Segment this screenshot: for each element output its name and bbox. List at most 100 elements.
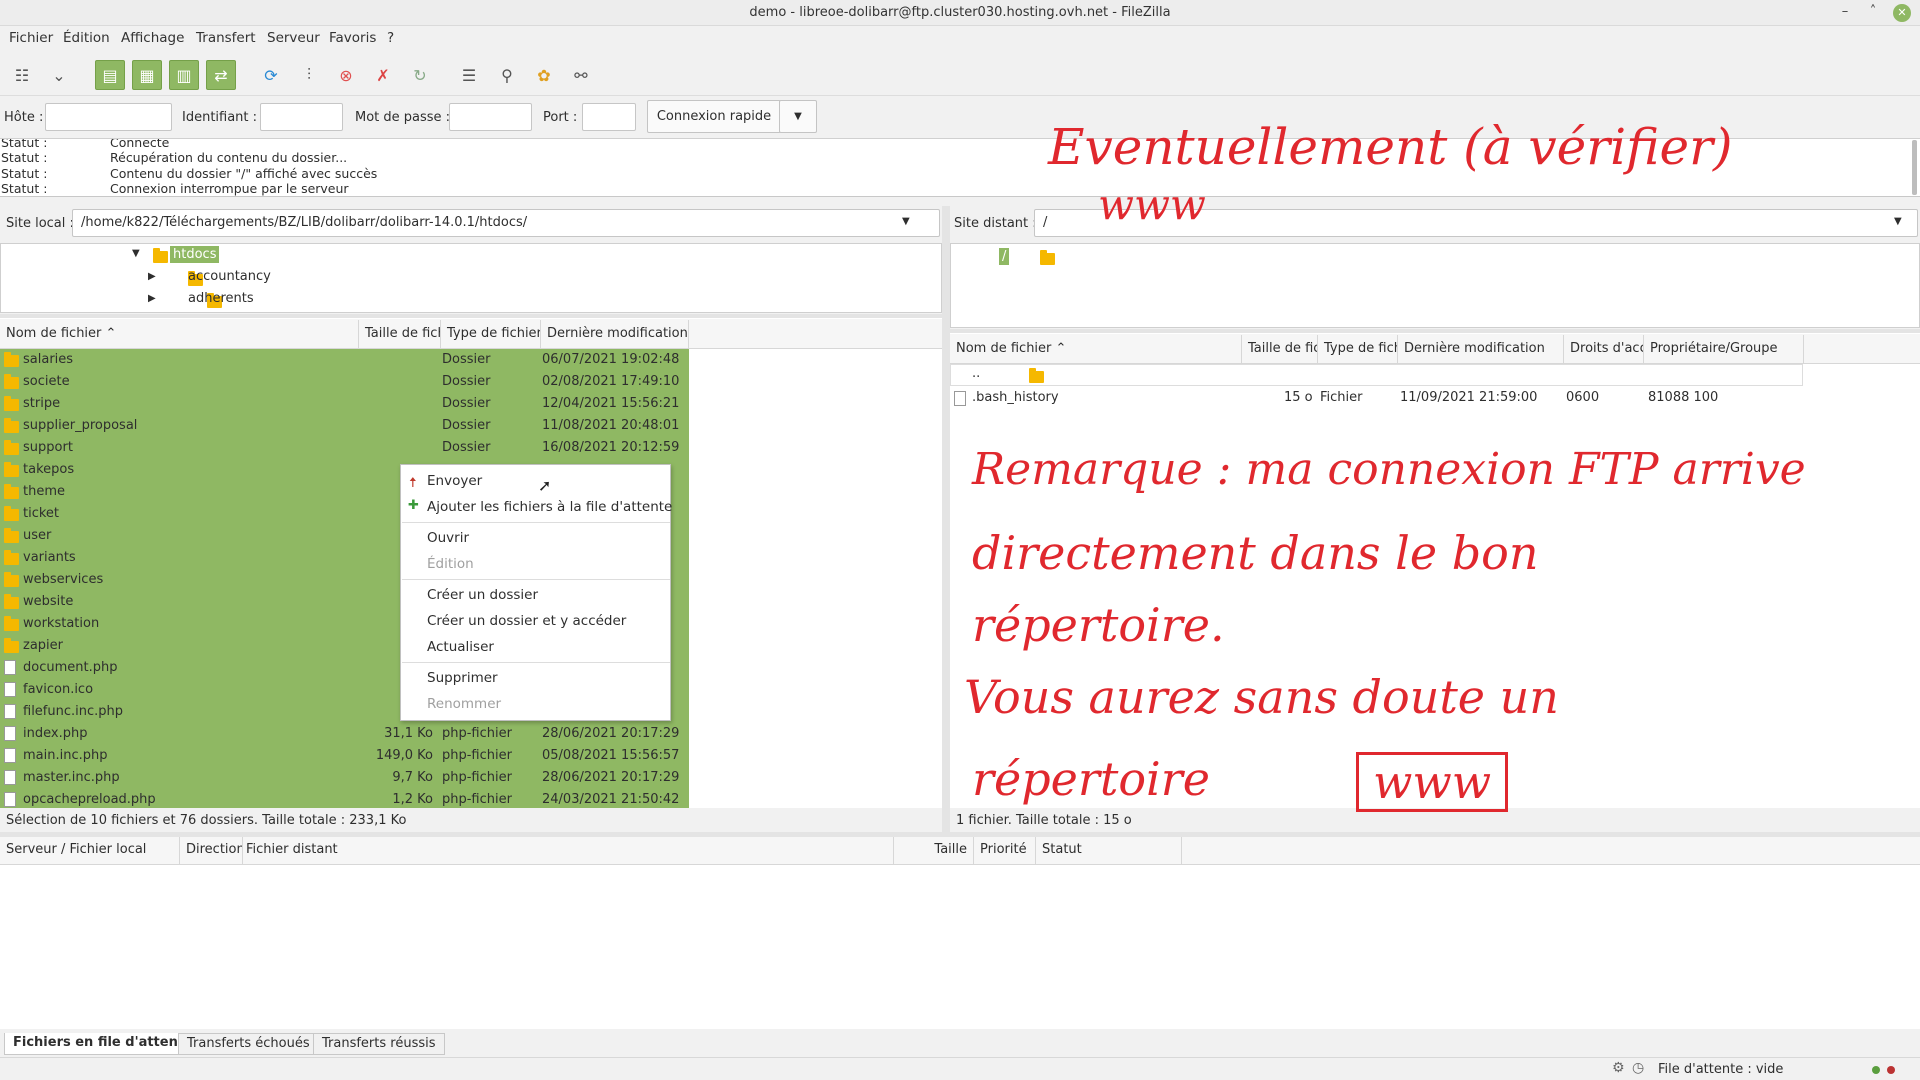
menu-favoris[interactable]: Favoris — [329, 30, 376, 46]
table-row[interactable]: support Dossier 16/08/2021 20:12:59 — [0, 437, 689, 459]
tab-failed[interactable]: Transferts échoués — [178, 1033, 319, 1055]
annotation-top-www: www — [1098, 180, 1206, 229]
menu-item-delete[interactable]: Supprimer — [427, 670, 498, 686]
tree-item-accountancy[interactable]: accountancy — [188, 269, 271, 284]
compare-dirs-icon[interactable]: ⚲ — [492, 60, 522, 90]
table-row[interactable]: societe Dossier 02/08/2021 17:49:10 — [0, 371, 689, 393]
menu-item-open[interactable]: Ouvrir — [427, 530, 469, 546]
col-modified[interactable]: Dernière modification — [541, 320, 689, 348]
port-input[interactable] — [582, 103, 636, 131]
directory-listing-filter-icon[interactable]: ☰ — [454, 60, 484, 90]
table-row[interactable] — [950, 364, 1803, 386]
table-row[interactable]: opcachepreload.php 1,2 Ko php-fichier 24/03… — [0, 789, 689, 811]
menu-item-create-folder[interactable]: Créer un dossier — [427, 587, 538, 603]
col-server-local[interactable]: Serveur / Fichier local — [0, 837, 180, 865]
col-filetype[interactable]: Type de fichier — [441, 320, 541, 348]
menu-transfert[interactable]: Transfert — [196, 30, 256, 46]
local-row-date: 02/08/2021 17:49:10 — [542, 374, 680, 389]
minimize-button[interactable]: – — [1836, 3, 1854, 21]
tab-successful[interactable]: Transferts réussis — [313, 1033, 445, 1055]
col-priority[interactable]: Priorité — [974, 837, 1036, 865]
local-row-name: zapier — [23, 638, 63, 653]
col-filetype[interactable]: Type de fich — [1318, 335, 1398, 363]
col-filesize[interactable]: Taille de fichi — [359, 320, 441, 348]
settings-icon[interactable]: ⚙ — [1612, 1060, 1625, 1076]
maximize-button[interactable]: ˄ — [1864, 3, 1882, 21]
table-row[interactable]: main.inc.php 149,0 Ko php-fichier 05/08/202… — [0, 745, 689, 767]
menu-fichier[interactable]: Fichier — [9, 30, 53, 46]
col-filename[interactable]: Nom de fichier ⌃ — [950, 335, 1242, 363]
menu-item-create-folder-enter[interactable]: Créer un dossier et y accéder — [427, 613, 626, 629]
menu-affichage[interactable]: Affichage — [121, 30, 184, 46]
transfer-led-icon — [1887, 1066, 1895, 1074]
expander-closed-icon[interactable]: ▶ — [148, 271, 156, 282]
speed-limit-icon[interactable]: ◷ — [1632, 1060, 1644, 1076]
disconnect-icon[interactable]: ✗ — [368, 60, 398, 90]
chevron-down-icon[interactable]: ▼ — [1894, 216, 1902, 227]
col-filename[interactable]: Nom de fichier ⌃ — [0, 320, 359, 348]
annotation-top: Eventuellement (à vérifier) — [1048, 118, 1733, 176]
local-path-input[interactable]: /home/k822/Téléchargements/BZ/LIB/doliba… — [72, 209, 940, 237]
col-status[interactable]: Statut — [1036, 837, 1182, 865]
toggle-queue-icon[interactable]: ⇄ — [206, 60, 236, 90]
search-icon[interactable]: ⚯ — [566, 60, 596, 90]
table-row[interactable]: index.php 31,1 Ko php-fichier 28/06/2021 20… — [0, 723, 689, 745]
queue-add-icon: ✚ — [408, 498, 419, 513]
col-modified[interactable]: Dernière modification — [1398, 335, 1564, 363]
table-row[interactable]: stripe Dossier 12/04/2021 15:56:21 — [0, 393, 689, 415]
vertical-splitter[interactable] — [942, 206, 950, 832]
menu-edition[interactable]: Édition — [63, 30, 110, 46]
expander-closed-icon[interactable]: ▶ — [148, 293, 156, 304]
site-manager-icon[interactable]: ☷ — [7, 60, 37, 90]
log-label: Statut : — [1, 181, 48, 196]
menu-item-upload[interactable]: Envoyer — [427, 473, 482, 489]
remote-row-perm: 0600 — [1566, 390, 1600, 405]
menu-item-add-to-queue[interactable]: Ajouter les fichiers à la file d'attente — [427, 499, 672, 515]
expander-open-icon[interactable]: ▼ — [132, 248, 140, 259]
col-remote-file[interactable]: Fichier distant — [240, 837, 894, 865]
menu-serveur[interactable]: Serveur — [267, 30, 320, 46]
reconnect-icon[interactable]: ↻ — [405, 60, 435, 90]
table-row[interactable]: master.inc.php 9,7 Ko php-fichier 28/06/202… — [0, 767, 689, 789]
log-message: Connexion interrompue par le serveur — [110, 181, 349, 196]
col-filesize[interactable]: Taille de fic — [1242, 335, 1318, 363]
refresh-icon[interactable]: ⟳ — [256, 60, 286, 90]
local-row-date: 28/06/2021 20:17:29 — [542, 726, 680, 741]
chevron-down-icon[interactable]: ▼ — [902, 216, 910, 227]
table-row[interactable]: supplier_proposal Dossier 11/08/2021 20:48… — [0, 415, 689, 437]
local-row-name: main.inc.php — [23, 748, 108, 763]
table-row[interactable]: salaries Dossier 06/07/2021 19:02:48 — [0, 349, 689, 371]
col-owner[interactable]: Propriétaire/Groupe — [1644, 335, 1804, 363]
chevron-down-icon[interactable]: ⌄ — [44, 60, 74, 90]
col-permissions[interactable]: Droits d'accè — [1564, 335, 1644, 363]
remote-row-size: 15 o — [1284, 390, 1313, 405]
tree-item-root[interactable]: / — [999, 248, 1010, 265]
log-scrollbar[interactable] — [1912, 140, 1917, 195]
tree-item-htdocs[interactable]: htdocs — [170, 246, 220, 263]
toggle-log-icon[interactable]: ▤ — [95, 60, 125, 90]
col-size[interactable]: Taille — [894, 837, 974, 865]
cancel-icon[interactable]: ⊗ — [331, 60, 361, 90]
file-icon — [4, 660, 16, 675]
user-label: Identifiant : — [182, 110, 258, 125]
sync-browsing-icon[interactable]: ✿ — [529, 60, 559, 90]
tab-queued[interactable]: Fichiers en file d'attente — [4, 1033, 202, 1055]
menu-separator — [402, 579, 670, 580]
menu-help[interactable]: ? — [387, 30, 394, 46]
menu-item-refresh[interactable]: Actualiser — [427, 639, 494, 655]
password-input[interactable] — [449, 103, 532, 131]
local-row-name: takepos — [23, 462, 75, 477]
local-row-type: Dossier — [442, 374, 491, 389]
user-input[interactable] — [260, 103, 343, 131]
log-message: Connecté — [110, 139, 170, 150]
tree-item-adherents[interactable]: adherents — [188, 291, 254, 306]
toggle-local-tree-icon[interactable]: ▦ — [132, 60, 162, 90]
quickconnect-dropdown-button[interactable]: ▼ — [779, 100, 817, 133]
col-direction[interactable]: Direction — [180, 837, 243, 865]
local-row-name: stripe — [23, 396, 61, 411]
host-input[interactable] — [45, 103, 172, 131]
filter-icon[interactable]: ⫶ — [294, 60, 324, 90]
quickconnect-button[interactable]: Connexion rapide — [647, 100, 781, 133]
toggle-remote-tree-icon[interactable]: ▥ — [169, 60, 199, 90]
close-window-button[interactable]: ✕ — [1893, 4, 1911, 22]
